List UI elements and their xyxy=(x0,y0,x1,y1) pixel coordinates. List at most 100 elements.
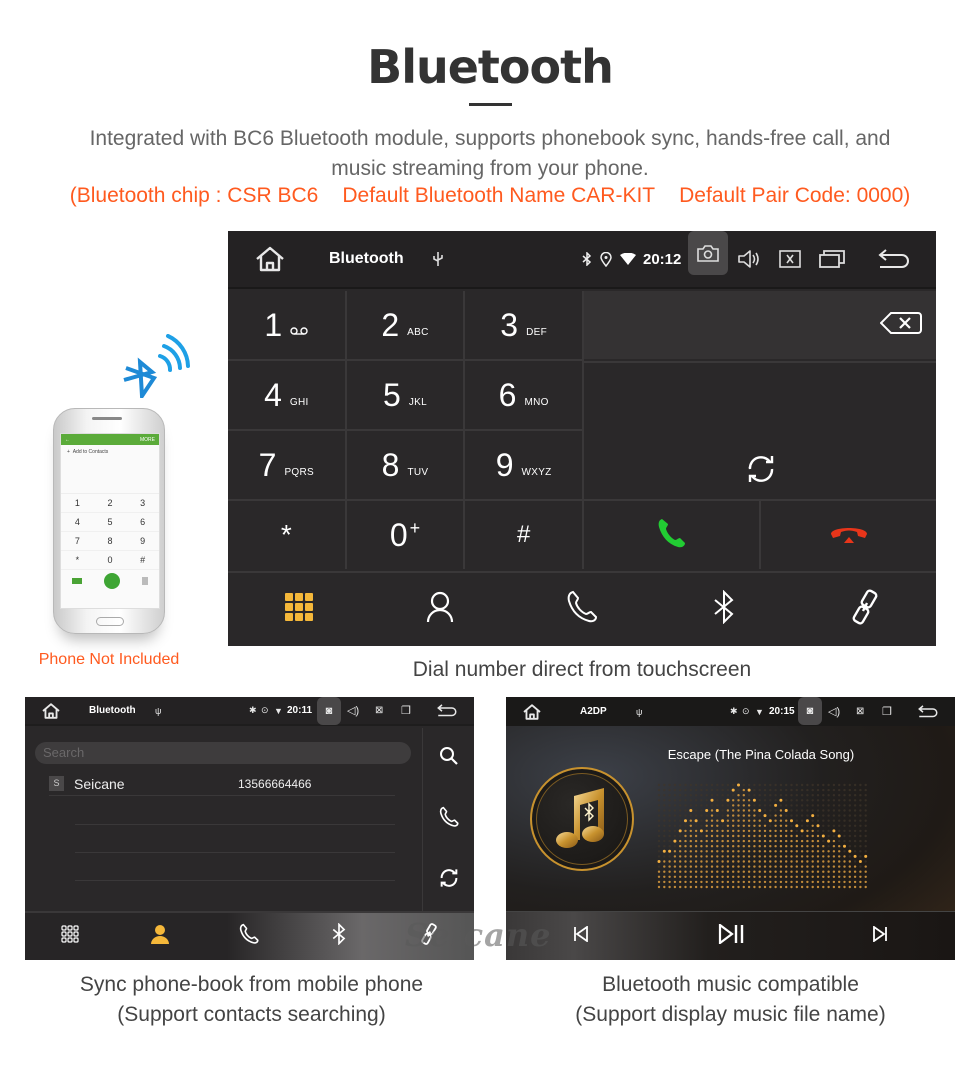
eq-dot xyxy=(832,870,836,873)
phone-home-button xyxy=(96,617,124,626)
eq-dot xyxy=(726,850,730,853)
eq-dot xyxy=(668,794,671,797)
eq-dot xyxy=(800,885,804,889)
volume-icon[interactable] xyxy=(737,249,761,269)
back-icon[interactable] xyxy=(918,705,938,718)
key-star[interactable]: * xyxy=(228,501,345,569)
eq-dot xyxy=(716,829,719,833)
camera-icon[interactable]: ◙ xyxy=(317,697,341,725)
eq-dot xyxy=(800,834,804,838)
tab-contacts[interactable] xyxy=(370,573,512,646)
key-1[interactable]: 1 xyxy=(228,291,345,359)
close-box-icon[interactable]: ⊠ xyxy=(375,705,383,716)
contacts-search-input[interactable]: Search xyxy=(35,742,411,764)
eq-dot xyxy=(859,834,862,838)
next-button[interactable] xyxy=(805,912,955,960)
eq-dot xyxy=(737,885,740,889)
recent-apps-icon[interactable]: ❐ xyxy=(882,705,892,718)
eq-dot xyxy=(848,804,851,807)
key-9[interactable]: 9 WXYZ xyxy=(465,431,582,499)
sync-icon[interactable] xyxy=(439,868,459,893)
eq-dot xyxy=(848,860,851,863)
tab-call-log[interactable] xyxy=(511,573,653,646)
call-icon[interactable] xyxy=(439,806,459,833)
eq-dot xyxy=(822,809,825,812)
eq-dot xyxy=(726,870,730,873)
eq-dot xyxy=(838,814,841,817)
eq-dot xyxy=(747,875,751,878)
eq-dot xyxy=(795,839,798,843)
eq-dot xyxy=(663,783,666,787)
close-box-icon[interactable] xyxy=(779,250,801,268)
key-hash[interactable]: # xyxy=(465,501,582,569)
tab-contacts[interactable] xyxy=(115,913,205,960)
dial-display-area xyxy=(584,361,936,499)
eq-dot xyxy=(774,834,777,838)
eq-dot xyxy=(769,783,772,787)
phone-back-icon: ← xyxy=(65,436,70,443)
grid-dot xyxy=(61,931,67,937)
eq-dot xyxy=(790,829,793,833)
eq-dot xyxy=(800,839,804,843)
volume-icon[interactable]: ◁) xyxy=(347,704,359,717)
key-4[interactable]: 4 GHI xyxy=(228,361,345,429)
tab-bluetooth[interactable] xyxy=(653,573,795,646)
camera-icon[interactable]: ◙ xyxy=(798,697,822,725)
play-pause-icon xyxy=(718,922,744,949)
eq-dot xyxy=(806,855,809,858)
tab-keypad[interactable] xyxy=(228,573,370,646)
number-input[interactable] xyxy=(584,291,936,359)
sync-icon[interactable] xyxy=(746,454,776,489)
key-2[interactable]: 2 ABC xyxy=(346,291,464,359)
home-icon[interactable] xyxy=(254,246,286,272)
eq-dot xyxy=(747,870,751,873)
recent-apps-icon[interactable] xyxy=(819,250,845,268)
back-icon[interactable] xyxy=(437,704,457,717)
camera-icon[interactable] xyxy=(688,231,728,275)
eq-dot xyxy=(679,814,682,817)
eq-dot xyxy=(779,880,783,884)
hangup-button[interactable] xyxy=(761,501,936,569)
home-icon[interactable] xyxy=(522,703,542,720)
home-icon[interactable] xyxy=(41,702,61,719)
backspace-icon[interactable] xyxy=(879,311,922,340)
eq-dot xyxy=(827,885,830,889)
close-box-icon[interactable]: ⊠ xyxy=(856,706,864,717)
tab-call-log[interactable] xyxy=(205,913,295,960)
eq-dot xyxy=(779,845,783,848)
key-8[interactable]: 8 TUV xyxy=(346,431,464,499)
next-icon xyxy=(872,924,888,947)
eq-dot xyxy=(684,799,687,802)
phone-add-contacts: + Add to Contacts xyxy=(67,449,109,455)
contact-row[interactable]: S Seicane 13566664466 xyxy=(49,772,395,796)
eq-dot xyxy=(832,865,836,868)
play-pause-button[interactable] xyxy=(656,912,806,960)
eq-dot xyxy=(774,819,777,822)
eq-dot xyxy=(811,829,814,833)
grid-dot xyxy=(61,925,67,931)
search-icon[interactable] xyxy=(439,746,459,771)
key-7[interactable]: 7 PQRS xyxy=(228,431,345,499)
volume-icon[interactable]: ◁) xyxy=(828,705,840,718)
eq-dot xyxy=(726,860,730,863)
eq-dot xyxy=(785,834,788,838)
tab-link[interactable] xyxy=(794,573,936,646)
voicemail-icon xyxy=(290,326,308,338)
call-button[interactable] xyxy=(584,501,759,569)
eq-dot xyxy=(795,829,798,833)
key-3[interactable]: 3 DEF xyxy=(465,291,582,359)
key-6[interactable]: 6 MNO xyxy=(465,361,582,429)
eq-dot xyxy=(758,839,761,843)
eq-dot xyxy=(668,849,672,853)
recent-apps-icon[interactable]: ❐ xyxy=(401,704,411,717)
back-icon[interactable] xyxy=(878,249,910,269)
tab-bluetooth[interactable] xyxy=(294,913,384,960)
key-5[interactable]: 5 JKL xyxy=(346,361,464,429)
eq-dot xyxy=(853,829,857,833)
eq-dot xyxy=(859,875,862,878)
eq-dot xyxy=(790,804,793,807)
key-0[interactable]: 0 + xyxy=(346,501,464,569)
eq-dot xyxy=(747,804,751,807)
tab-keypad[interactable] xyxy=(25,913,115,960)
eq-dot xyxy=(774,803,778,807)
